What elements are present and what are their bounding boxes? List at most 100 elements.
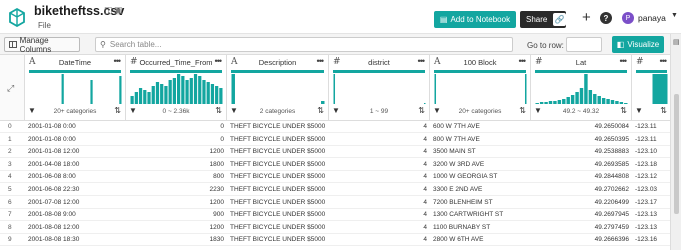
panel-toggle-icon[interactable]: ▤	[673, 38, 680, 46]
table-cell[interactable]: 2001-01-08 0:00	[25, 121, 126, 133]
table-cell[interactable]: 1200	[126, 222, 227, 234]
table-cell[interactable]: 4	[329, 134, 430, 146]
search-input[interactable]	[109, 40, 490, 49]
lock-icon[interactable]: ▣	[114, 5, 123, 16]
table-cell[interactable]: 0	[126, 121, 227, 133]
table-row[interactable]: 6 2001-07-08 12:00 1200 THEFT BICYCLE UNDER…	[0, 197, 670, 209]
column-header[interactable]: # district ••• ▼ 1 ~ 99 ⇅	[329, 55, 430, 121]
column-menu-icon[interactable]: •••	[660, 56, 668, 66]
table-cell[interactable]: 4	[329, 222, 430, 234]
table-cell[interactable]: 2001-07-08 12:00	[25, 197, 126, 209]
column-header[interactable]: A 100 Block ••• ▼ 20+ categories ⇅	[430, 55, 531, 121]
table-cell[interactable]: THEFT BICYCLE UNDER $5000	[227, 234, 329, 246]
table-cell[interactable]: 2001-06-08 8:00	[25, 171, 126, 183]
table-cell[interactable]: THEFT BICYCLE UNDER $5000	[227, 121, 329, 133]
table-cell[interactable]: 2001-04-08 18:00	[25, 159, 126, 171]
table-row[interactable]: 3 2001-04-08 18:00 1800 THEFT BICYCLE UNDER…	[0, 158, 670, 171]
table-cell[interactable]: 2001-08-08 12:00	[25, 222, 126, 234]
file-menu[interactable]: File	[38, 21, 51, 30]
table-row[interactable]: 0 2001-01-08 0:00 0 THEFT BICYCLE UNDER $50…	[0, 121, 670, 133]
table-cell[interactable]: 4	[329, 209, 430, 221]
column-menu-icon[interactable]: •••	[114, 56, 122, 66]
table-cell[interactable]: -123.03	[632, 184, 670, 196]
table-cell[interactable]: 49.2206499	[531, 197, 632, 209]
table-cell[interactable]: 2800 W 6TH AVE	[430, 234, 531, 246]
table-row[interactable]: 4 2001-06-08 8:00 800 THEFT BICYCLE UNDER $…	[0, 171, 670, 184]
sort-icon[interactable]: ⇅	[317, 106, 324, 115]
table-cell[interactable]: 3300 E 2ND AVE	[430, 184, 531, 196]
table-cell[interactable]: 2001-08-08 18:30	[25, 234, 126, 246]
table-cell[interactable]: 4	[329, 171, 430, 183]
table-cell[interactable]: THEFT BICYCLE UNDER $5000	[227, 209, 329, 221]
filter-icon[interactable]: ▼	[635, 106, 643, 115]
table-cell[interactable]: -123.13	[632, 209, 670, 221]
table-cell[interactable]: 1830	[126, 234, 227, 246]
column-menu-icon[interactable]: •••	[317, 56, 325, 66]
copy-icon[interactable]: ◫	[104, 5, 113, 16]
column-histogram[interactable]	[333, 74, 426, 104]
table-cell[interactable]: 2001-01-08 12:00	[25, 146, 126, 158]
table-cell[interactable]: 4	[329, 197, 430, 209]
add-to-notebook-button[interactable]: ▤ Add to Notebook	[434, 11, 516, 28]
table-cell[interactable]: THEFT BICYCLE UNDER $5000	[227, 171, 329, 183]
table-cell[interactable]: 1200	[126, 146, 227, 158]
table-cell[interactable]: THEFT BICYCLE UNDER $5000	[227, 146, 329, 158]
table-cell[interactable]: THEFT BICYCLE UNDER $5000	[227, 134, 329, 146]
table-cell[interactable]: 2001-01-08 0:00	[25, 134, 126, 146]
manage-columns-button[interactable]: Manage Columns	[4, 36, 80, 54]
plus-icon[interactable]: +	[582, 9, 591, 26]
table-row[interactable]: 9 2001-08-08 18:30 1830 THEFT BICYCLE UNDER…	[0, 234, 670, 247]
table-cell[interactable]: 2230	[126, 184, 227, 196]
table-cell[interactable]: 49.2702662	[531, 184, 632, 196]
table-cell[interactable]: 1300 CARTWRIGHT ST	[430, 209, 531, 221]
column-header[interactable]: # ••• ▼ ⇅	[632, 55, 670, 121]
column-histogram[interactable]	[434, 74, 527, 104]
table-cell[interactable]: 1000 W GEORGIA ST	[430, 171, 531, 183]
table-cell[interactable]: -123.11	[632, 134, 670, 146]
visualize-button[interactable]: ◧ Visualize	[612, 36, 664, 53]
table-cell[interactable]: 0	[126, 134, 227, 146]
sort-icon[interactable]: ⇅	[660, 106, 667, 115]
table-cell[interactable]: 49.2650395	[531, 134, 632, 146]
column-histogram[interactable]	[535, 74, 628, 104]
table-cell[interactable]: 49.2844808	[531, 171, 632, 183]
share-button[interactable]: Share 🔗	[520, 11, 566, 28]
table-cell[interactable]: -123.13	[632, 222, 670, 234]
column-menu-icon[interactable]: •••	[418, 56, 426, 66]
collapse-icon[interactable]: ⤢	[7, 83, 14, 94]
column-histogram[interactable]	[130, 74, 223, 104]
chevron-down-icon[interactable]: ▼	[671, 12, 678, 19]
column-menu-icon[interactable]: •••	[620, 56, 628, 66]
table-cell[interactable]: 4	[329, 159, 430, 171]
table-cell[interactable]: 4	[329, 184, 430, 196]
table-cell[interactable]: 49.2666396	[531, 234, 632, 246]
table-cell[interactable]: THEFT BICYCLE UNDER $5000	[227, 159, 329, 171]
table-cell[interactable]: -123.18	[632, 159, 670, 171]
sort-icon[interactable]: ⇅	[114, 106, 121, 115]
help-icon[interactable]: ?	[600, 12, 612, 24]
table-cell[interactable]: 2001-06-08 22:30	[25, 184, 126, 196]
table-cell[interactable]: -123.17	[632, 197, 670, 209]
scrollbar-thumb[interactable]	[674, 94, 679, 214]
table-cell[interactable]: -123.16	[632, 234, 670, 246]
table-cell[interactable]: -123.11	[632, 121, 670, 133]
column-header[interactable]: A Description ••• ▼ 2 categories ⇅	[227, 55, 329, 121]
table-cell[interactable]: 1800	[126, 159, 227, 171]
table-row[interactable]: 7 2001-08-08 9:00 900 THEFT BICYCLE UNDER $…	[0, 209, 670, 222]
sort-icon[interactable]: ⇅	[418, 106, 425, 115]
table-cell[interactable]: 49.2697945	[531, 209, 632, 221]
table-cell[interactable]: 4	[329, 146, 430, 158]
column-histogram[interactable]	[636, 74, 668, 104]
table-cell[interactable]: 4	[329, 234, 430, 246]
table-cell[interactable]: -123.12	[632, 171, 670, 183]
table-cell[interactable]: 900	[126, 209, 227, 221]
table-cell[interactable]: 49.2693585	[531, 159, 632, 171]
table-row[interactable]: 8 2001-08-08 12:00 1200 THEFT BICYCLE UNDER…	[0, 222, 670, 234]
table-cell[interactable]: 1200	[126, 197, 227, 209]
sort-icon[interactable]: ⇅	[620, 106, 627, 115]
table-row[interactable]: 1 2001-01-08 0:00 0 THEFT BICYCLE UNDER $50…	[0, 133, 670, 146]
table-cell[interactable]: 49.2538883	[531, 146, 632, 158]
table-cell[interactable]: THEFT BICYCLE UNDER $5000	[227, 222, 329, 234]
table-cell[interactable]: 2001-08-08 9:00	[25, 209, 126, 221]
goto-row-input[interactable]	[566, 37, 602, 52]
